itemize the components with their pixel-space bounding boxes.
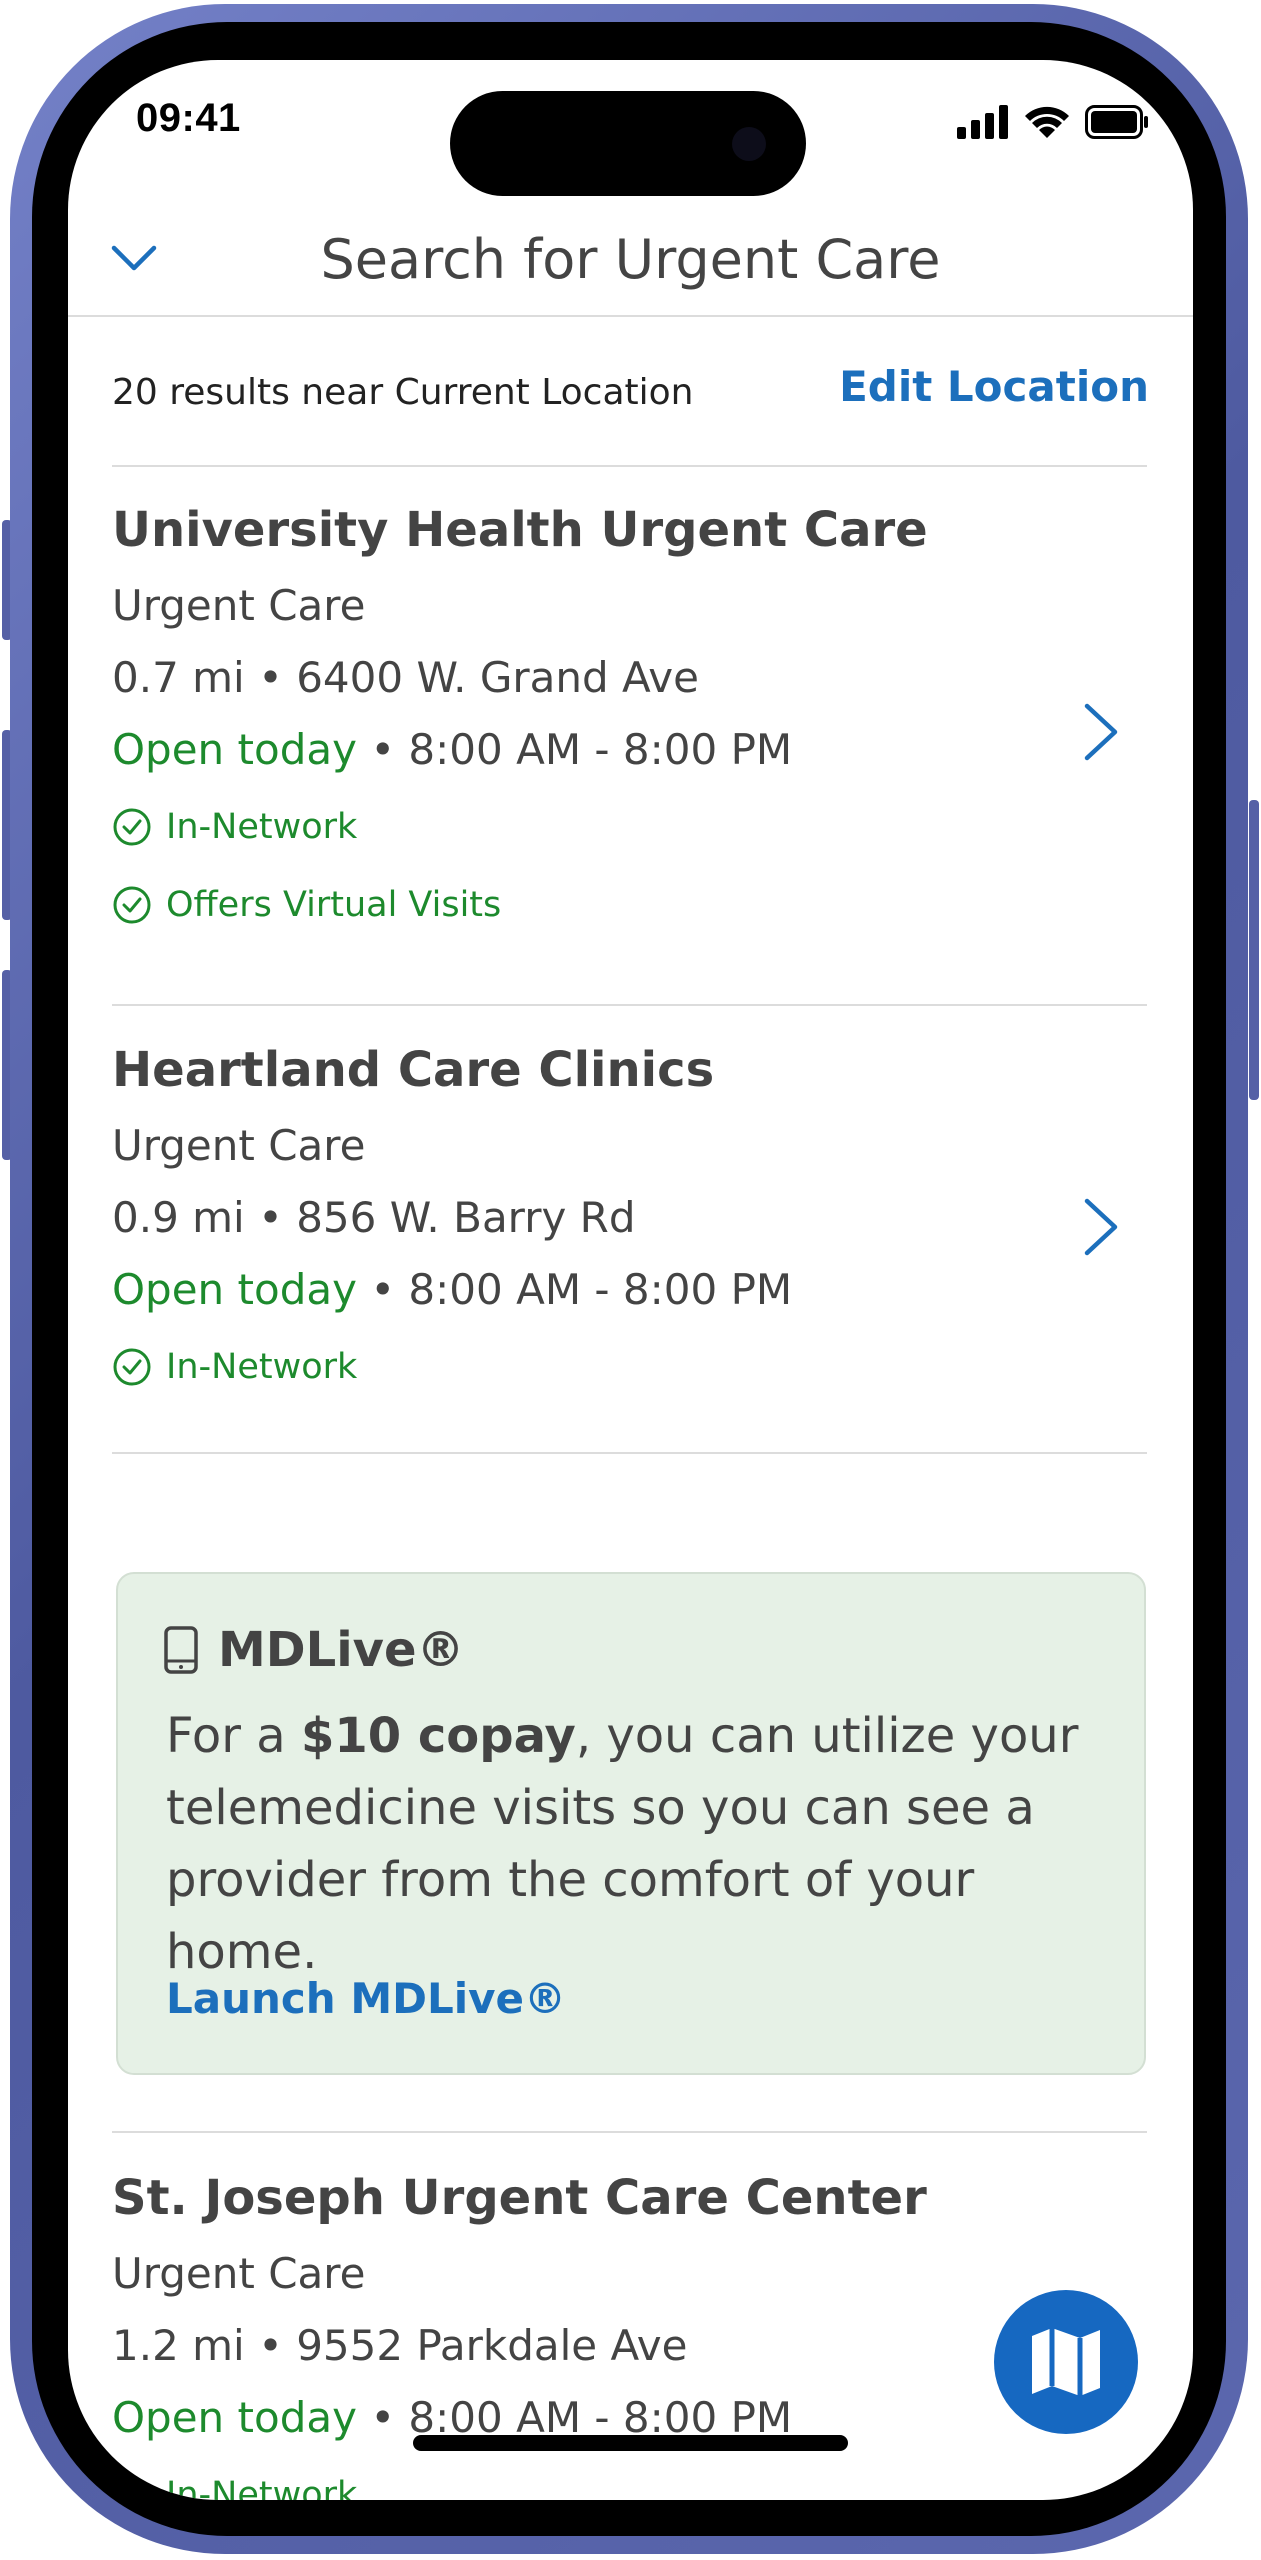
mdlive-body-prefix: For a [166, 1708, 301, 1764]
check-circle-icon [113, 808, 151, 846]
provider-hours: Open today • 8:00 AM - 8:00 PM [112, 1260, 1147, 1320]
hours-text: • 8:00 AM - 8:00 PM [370, 725, 793, 774]
open-status: Open today [112, 1265, 357, 1314]
mdlive-promo: MDLive® For a $10 copay, you can utilize… [116, 1572, 1146, 2075]
divider [112, 1452, 1147, 1454]
in-network-badge: In-Network [112, 1342, 1147, 1392]
in-network-badge: In-Network [112, 802, 1147, 852]
open-status: Open today [112, 2393, 357, 2442]
provider-address: 0.9 mi • 856 W. Barry Rd [112, 1193, 636, 1242]
check-circle-icon [113, 886, 151, 924]
badge-label: In-Network [166, 807, 358, 847]
results-count: 20 results near Current Location [112, 372, 694, 413]
power-button [1249, 800, 1259, 1100]
battery-icon [1085, 105, 1148, 139]
open-status: Open today [112, 725, 357, 774]
provider-name: Heartland Care Clinics [112, 1042, 715, 1098]
provider-hours: Open today • 8:00 AM - 8:00 PM [112, 720, 1147, 780]
divider [112, 465, 1147, 467]
provider-name: St. Joseph Urgent Care Center [112, 2170, 927, 2226]
divider [112, 1004, 1147, 1006]
provider-card[interactable]: University Health Urgent Care Urgent Car… [112, 500, 1147, 930]
mdlive-description: For a $10 copay, you can utilize your te… [166, 1700, 1116, 1988]
badge-label: Offers Virtual Visits [166, 885, 502, 925]
provider-card[interactable]: Heartland Care Clinics Urgent Care 0.9 m… [112, 1040, 1147, 1392]
mdlive-title: MDLive® [218, 1622, 465, 1678]
map-view-button[interactable] [994, 2290, 1138, 2434]
badge-label: In-Network [166, 1347, 358, 1387]
provider-type: Urgent Care [112, 2249, 366, 2298]
edit-location-link[interactable]: Edit Location [839, 362, 1149, 411]
provider-name: University Health Urgent Care [112, 502, 928, 558]
phone-device-icon [164, 1626, 198, 1674]
status-time: 09:41 [136, 96, 241, 140]
wifi-icon [1025, 106, 1069, 138]
page-title: Search for Urgent Care [320, 228, 941, 291]
chevron-right-icon[interactable] [1079, 1195, 1123, 1259]
home-indicator[interactable] [413, 2435, 848, 2451]
check-circle-icon [113, 2476, 151, 2500]
provider-type: Urgent Care [112, 1121, 366, 1170]
check-circle-icon [113, 1348, 151, 1386]
chevron-right-icon[interactable] [1079, 700, 1123, 764]
status-icons [957, 104, 1149, 140]
map-icon [1032, 2328, 1100, 2396]
provider-address: 0.7 mi • 6400 W. Grand Ave [112, 653, 699, 702]
launch-mdlive-link[interactable]: Launch MDLive® [166, 1974, 566, 2023]
mdlive-header: MDLive® [164, 1622, 465, 1678]
provider-address: 1.2 mi • 9552 Parkdale Ave [112, 2321, 688, 2370]
provider-type: Urgent Care [112, 581, 366, 630]
dynamic-island [450, 91, 806, 196]
mdlive-copay: $10 copay [300, 1708, 576, 1764]
camera-icon [732, 127, 766, 161]
cellular-signal-icon [957, 105, 1008, 139]
hours-text: • 8:00 AM - 8:00 PM [370, 1265, 793, 1314]
in-network-badge: In-Network [112, 2470, 1147, 2500]
nav-bar: Search for Urgent Care [68, 200, 1193, 317]
virtual-visits-badge: Offers Virtual Visits [112, 880, 1147, 930]
badge-label: In-Network [166, 2475, 358, 2500]
phone-screen: 09:41 Search for Urgent Care 20 results … [68, 60, 1193, 2500]
divider [112, 2131, 1147, 2133]
